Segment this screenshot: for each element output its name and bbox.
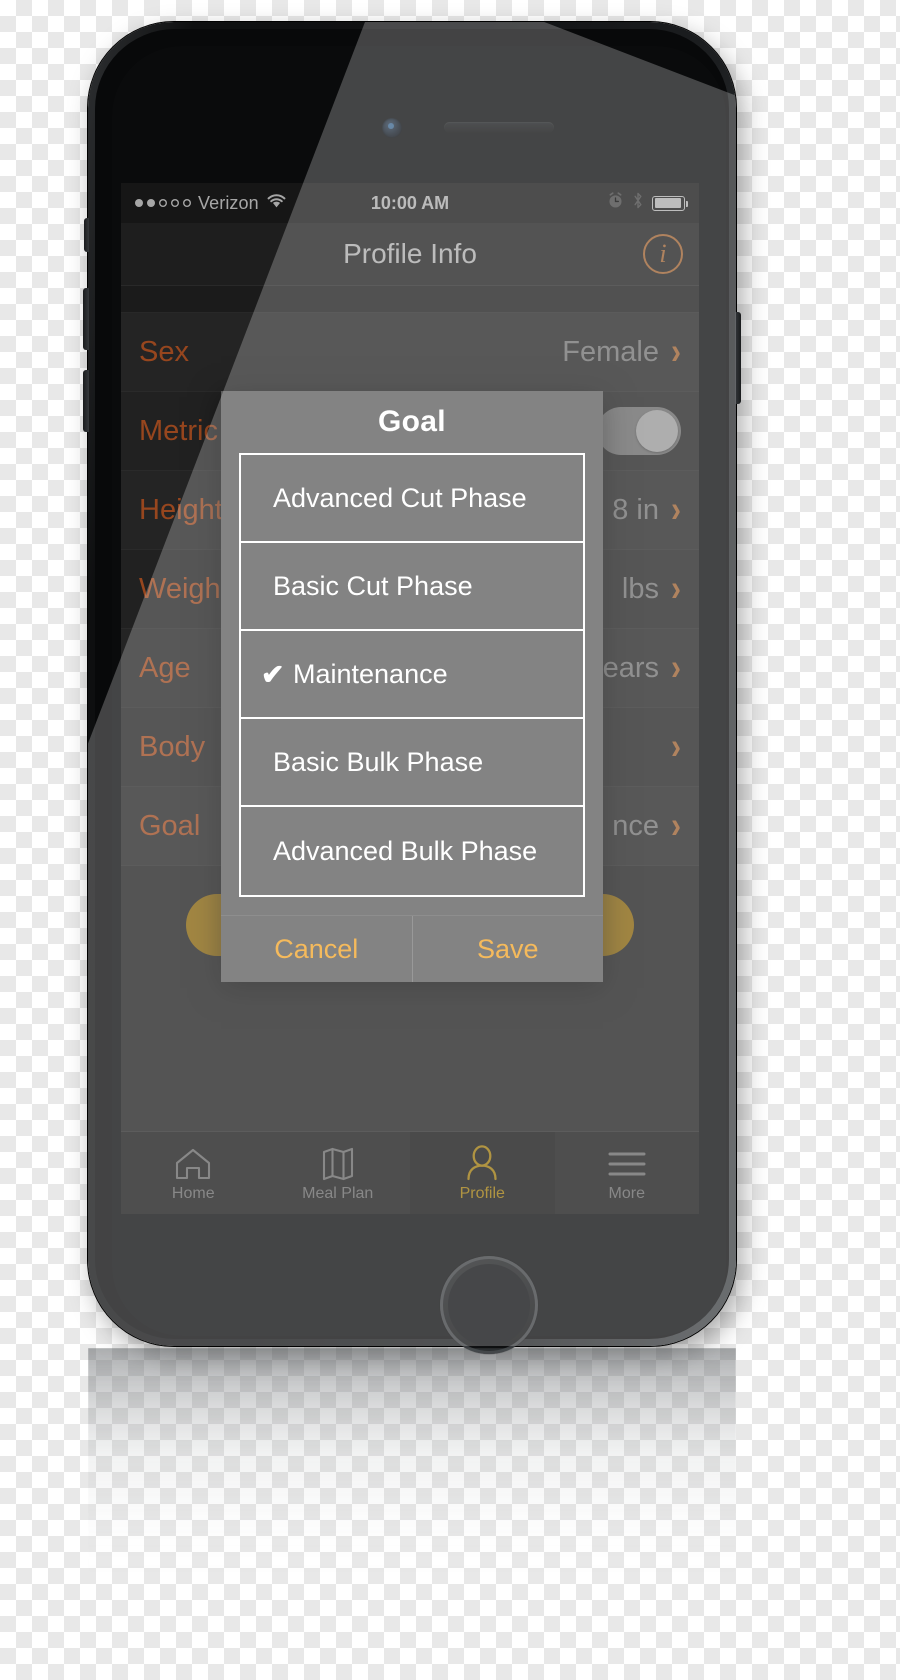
dialog-title: Goal bbox=[378, 405, 446, 438]
goal-option-list: Advanced Cut Phase Basic Cut Phase ✔ Mai… bbox=[239, 453, 585, 897]
earpiece-speaker bbox=[444, 122, 554, 133]
goal-option-basic-cut-phase[interactable]: Basic Cut Phase bbox=[241, 543, 583, 631]
front-camera-icon bbox=[382, 118, 402, 138]
app-screen: Verizon 10:00 AM Profile Info i Sex Fema… bbox=[121, 183, 699, 1214]
goal-option-maintenance[interactable]: ✔ Maintenance bbox=[241, 631, 583, 719]
goal-option-basic-bulk-phase[interactable]: Basic Bulk Phase bbox=[241, 719, 583, 807]
option-label: Basic Cut Phase bbox=[273, 570, 473, 601]
screenshot-stage: Verizon 10:00 AM Profile Info i Sex Fema… bbox=[0, 0, 900, 1680]
checkmark-icon: ✔ bbox=[261, 658, 285, 690]
bluetooth-icon bbox=[632, 192, 644, 214]
home-button[interactable] bbox=[440, 1256, 538, 1354]
goal-option-advanced-cut-phase[interactable]: Advanced Cut Phase bbox=[241, 455, 583, 543]
goal-option-advanced-bulk-phase[interactable]: Advanced Bulk Phase bbox=[241, 807, 583, 895]
goal-picker-dialog: Goal Advanced Cut Phase Basic Cut Phase … bbox=[221, 391, 603, 982]
cancel-button[interactable]: Cancel bbox=[221, 916, 412, 982]
save-button[interactable]: Save bbox=[411, 916, 604, 982]
option-label: Maintenance bbox=[293, 658, 448, 689]
status-bar-right bbox=[607, 192, 688, 214]
option-label: Advanced Cut Phase bbox=[273, 482, 527, 513]
option-label: Basic Bulk Phase bbox=[273, 746, 484, 777]
volume-down-button[interactable] bbox=[83, 370, 89, 432]
volume-up-button[interactable] bbox=[83, 288, 89, 350]
power-button[interactable] bbox=[735, 312, 741, 404]
alarm-clock-icon bbox=[607, 192, 624, 214]
battery-icon bbox=[652, 195, 688, 211]
dialog-actions: Cancel Save bbox=[221, 915, 603, 982]
option-label: Advanced Bulk Phase bbox=[273, 835, 538, 866]
phone-reflection bbox=[88, 1348, 736, 1648]
mute-switch[interactable] bbox=[84, 218, 89, 252]
